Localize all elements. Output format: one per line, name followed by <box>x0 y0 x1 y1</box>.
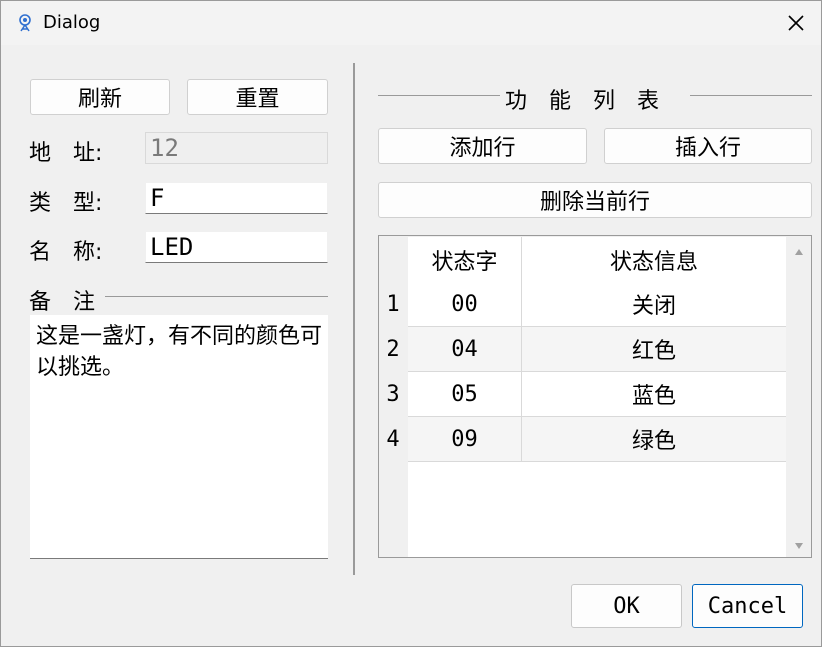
cell-code[interactable]: 09 <box>408 417 521 461</box>
cell-info[interactable]: 绿色 <box>522 417 786 461</box>
name-field[interactable]: LED <box>145 231 328 263</box>
scroll-up-icon[interactable] <box>795 249 803 255</box>
app-icon <box>15 12 35 32</box>
dialog-window: Dialog 刷新 重置 地 址: 12 类 型: F 名 称: LED 备 注… <box>0 0 822 647</box>
address-field[interactable]: 12 <box>145 132 328 164</box>
title-bar: Dialog <box>1 1 821 45</box>
add-row-button[interactable]: 添加行 <box>378 128 587 164</box>
table-row[interactable]: 04 红色 <box>408 327 786 372</box>
row-header[interactable]: 4 <box>379 417 407 462</box>
notes-textarea[interactable]: 这是一盏灯，有不同的颜色可以挑选。 <box>30 315 328 559</box>
vertical-scrollbar[interactable] <box>787 237 811 557</box>
column-divider <box>521 237 522 462</box>
cell-code[interactable]: 00 <box>408 282 521 326</box>
refresh-button[interactable]: 刷新 <box>30 79 170 115</box>
function-table: 状态字 状态信息 1 00 关闭 2 04 红色 3 05 蓝色 4 09 绿色 <box>378 235 812 558</box>
scroll-down-icon[interactable] <box>795 543 803 549</box>
delete-row-button[interactable]: 删除当前行 <box>378 182 812 218</box>
panel-separator <box>353 63 355 575</box>
ok-button[interactable]: OK <box>571 584 682 628</box>
table-row[interactable]: 05 蓝色 <box>408 372 786 417</box>
reset-button[interactable]: 重置 <box>187 79 328 115</box>
cancel-button[interactable]: Cancel <box>692 584 803 628</box>
cell-info[interactable]: 蓝色 <box>522 372 786 416</box>
cell-code[interactable]: 05 <box>408 372 521 416</box>
window-title: Dialog <box>43 12 101 33</box>
column-header-info[interactable]: 状态信息 <box>522 237 786 282</box>
notes-divider <box>105 296 328 297</box>
row-header[interactable]: 2 <box>379 327 407 372</box>
row-header[interactable]: 3 <box>379 372 407 417</box>
cell-info[interactable]: 红色 <box>522 327 786 371</box>
section-title: 功 能 列 表 <box>505 89 660 114</box>
name-label: 名 称: <box>29 240 103 265</box>
section-divider-left <box>378 95 500 96</box>
insert-row-button[interactable]: 插入行 <box>604 128 812 164</box>
cell-code[interactable]: 04 <box>408 327 521 371</box>
table-row[interactable]: 09 绿色 <box>408 417 786 462</box>
column-header-code[interactable]: 状态字 <box>408 237 521 282</box>
address-label: 地 址: <box>29 141 103 166</box>
section-divider-right <box>690 95 812 96</box>
notes-label: 备 注 <box>29 290 96 315</box>
row-header[interactable]: 1 <box>379 282 407 327</box>
close-button[interactable] <box>771 1 821 45</box>
cell-info[interactable]: 关闭 <box>522 282 786 326</box>
type-field[interactable]: F <box>145 182 328 214</box>
type-label: 类 型: <box>29 191 103 216</box>
close-icon <box>788 15 804 31</box>
table-row[interactable]: 00 关闭 <box>408 282 786 327</box>
